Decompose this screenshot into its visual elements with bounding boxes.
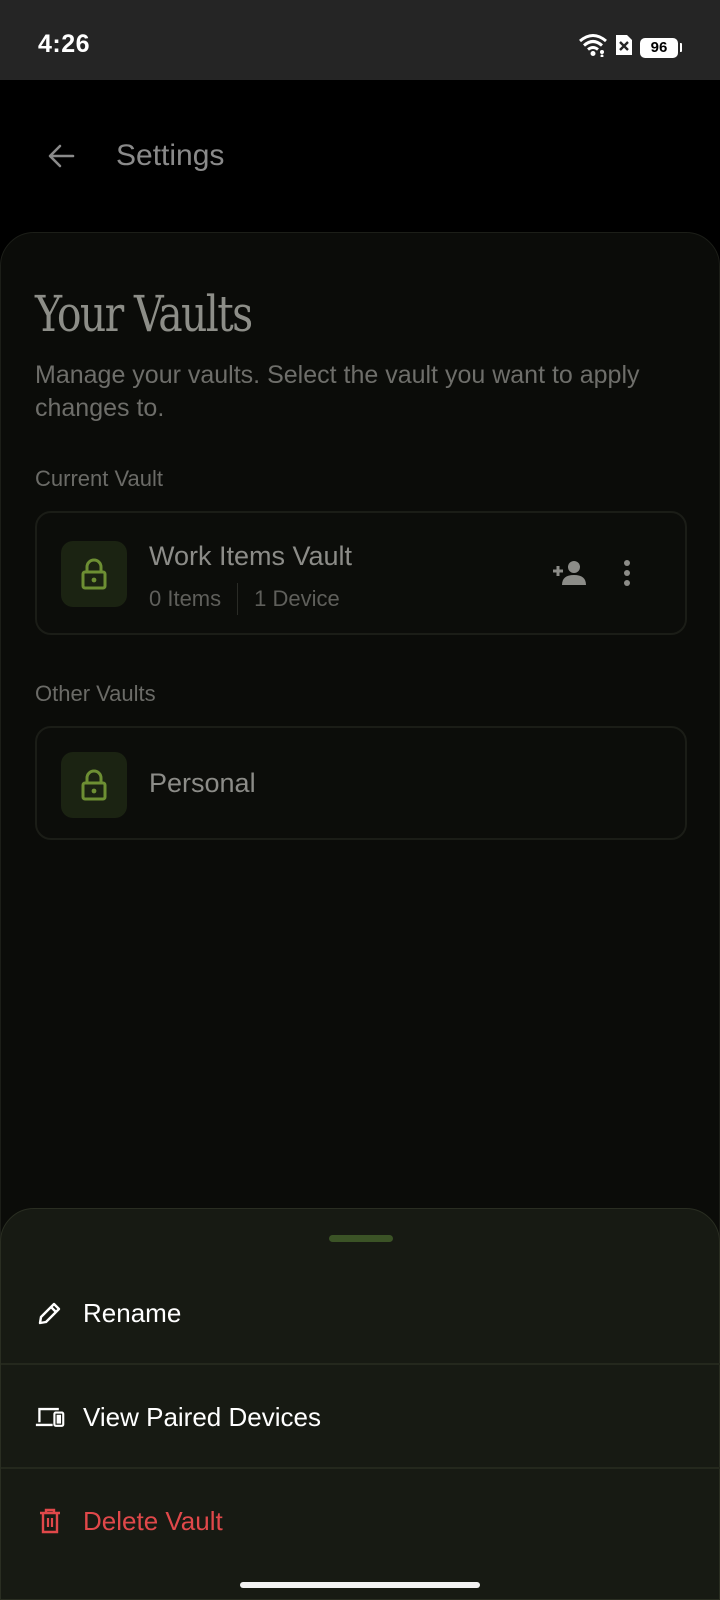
- devices-icon: [35, 1402, 65, 1432]
- lock-icon: [61, 541, 127, 607]
- vault-name: Work Items Vault: [149, 541, 353, 571]
- more-vert-icon: [624, 560, 630, 586]
- vault-meta: 0 Items 1 Device: [149, 583, 340, 615]
- vault-name: Personal: [149, 768, 256, 798]
- status-icons: 96: [578, 33, 682, 62]
- top-app-bar: Settings: [0, 80, 720, 235]
- rename-option[interactable]: Rename: [1, 1261, 720, 1365]
- drag-handle[interactable]: [329, 1235, 393, 1242]
- lock-icon: [61, 752, 127, 818]
- vaults-heading: Your Vaults: [35, 285, 253, 343]
- vault-device-count: 1 Device: [254, 586, 340, 611]
- meta-divider: [237, 583, 239, 615]
- view-paired-devices-option[interactable]: View Paired Devices: [1, 1365, 720, 1469]
- battery-tip: [680, 43, 682, 52]
- battery-icon: 96: [640, 37, 678, 58]
- vaults-description: Manage your vaults. Select the vault you…: [35, 361, 640, 422]
- gesture-nav-bar[interactable]: [240, 1582, 480, 1588]
- vault-options-sheet: Rename View Paired Devices Delete Vault: [0, 1208, 720, 1600]
- status-bar: 4:26 96: [0, 0, 720, 80]
- trash-icon: [35, 1506, 65, 1536]
- other-vaults-label: Other Vaults: [35, 681, 156, 706]
- current-vault-card[interactable]: Work Items Vault 0 Items 1 Device: [35, 511, 687, 635]
- add-person-icon: [553, 561, 586, 585]
- vault-item-count: 0 Items: [149, 586, 222, 611]
- vault-options-button[interactable]: [605, 551, 649, 595]
- current-vault-label: Current Vault: [35, 466, 163, 491]
- delete-vault-option[interactable]: Delete Vault: [1, 1469, 720, 1573]
- wifi-icon: [578, 33, 608, 62]
- pencil-icon: [35, 1298, 65, 1328]
- vault-card-personal[interactable]: Personal: [35, 726, 687, 840]
- back-button[interactable]: [38, 133, 84, 179]
- rename-label: Rename: [83, 1297, 182, 1328]
- add-member-button[interactable]: [547, 551, 591, 595]
- arrow-back-icon: [48, 144, 75, 168]
- page-title: Settings: [116, 139, 225, 172]
- view-paired-devices-label: View Paired Devices: [83, 1401, 321, 1432]
- delete-vault-label: Delete Vault: [83, 1505, 223, 1536]
- status-time: 4:26: [38, 30, 91, 58]
- sim-error-icon: [614, 33, 634, 62]
